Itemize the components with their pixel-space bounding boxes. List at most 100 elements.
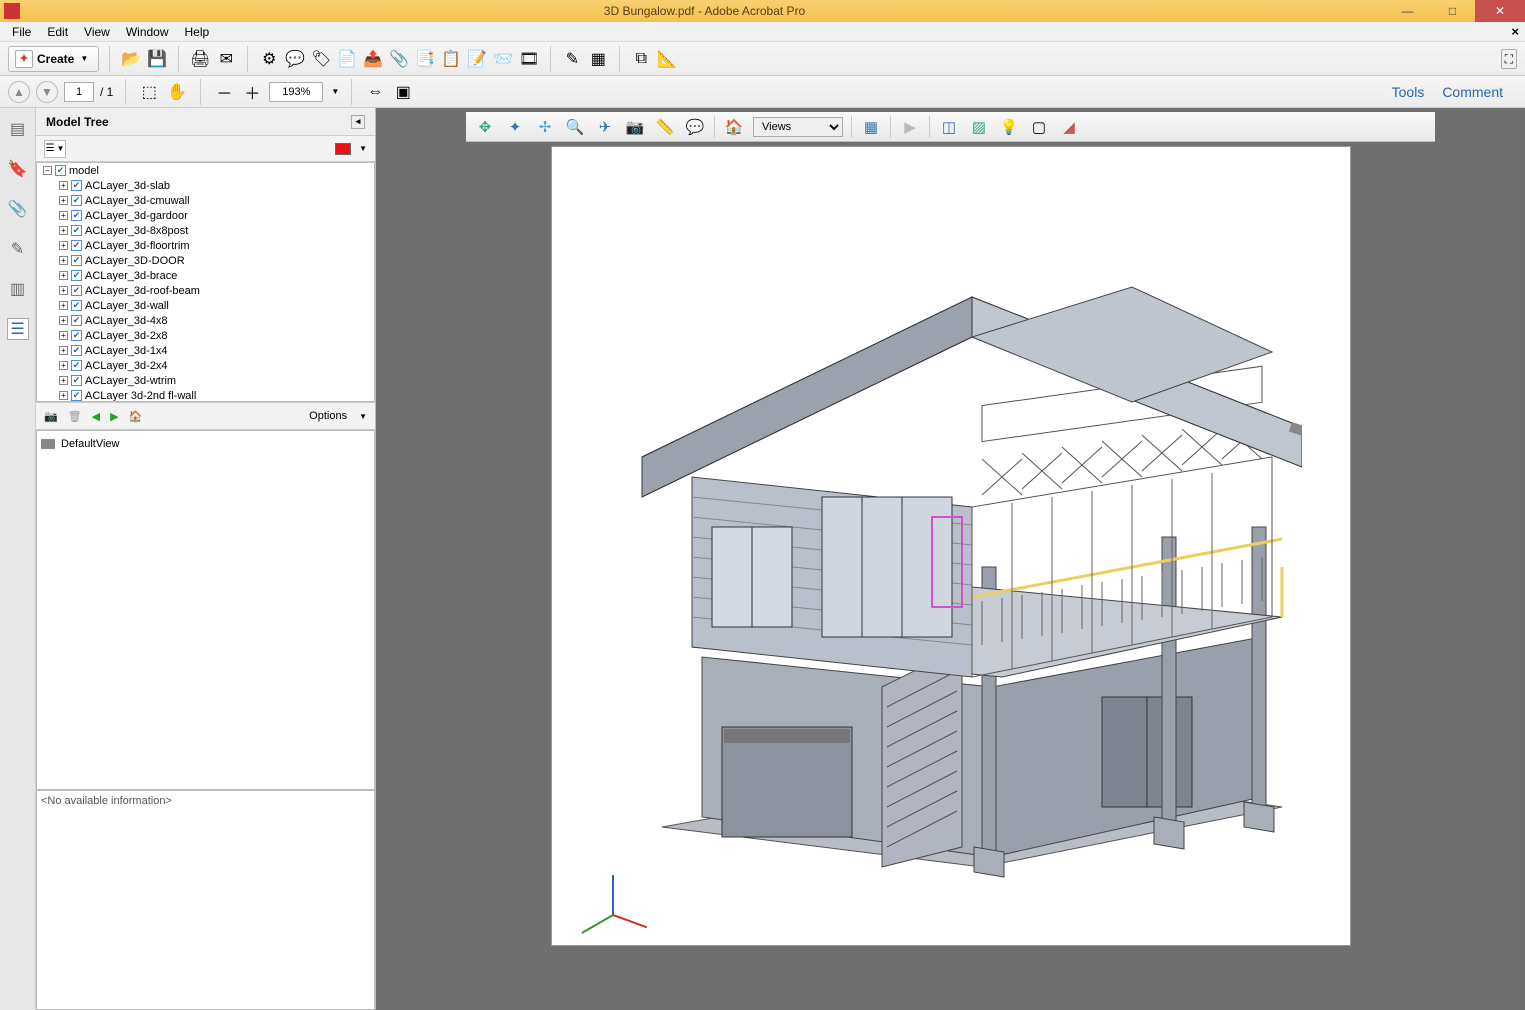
- checkbox-icon[interactable]: ✔: [71, 300, 82, 311]
- spin-tool-icon[interactable]: ✦: [504, 116, 526, 138]
- model-tree-icon[interactable]: ☰: [7, 318, 29, 340]
- checkbox-icon[interactable]: ✔: [71, 360, 82, 371]
- options-dropdown-icon[interactable]: ▼: [359, 412, 367, 421]
- tree-root-row[interactable]: − ✔ model: [37, 163, 374, 178]
- text-edit-icon[interactable]: ✎: [561, 48, 583, 70]
- add-comment-icon[interactable]: 💬: [684, 116, 706, 138]
- create-button[interactable]: ✦ Create ▼: [8, 46, 99, 72]
- projection-icon[interactable]: ◫: [938, 116, 960, 138]
- checkbox-icon[interactable]: ✔: [71, 375, 82, 386]
- menu-help[interactable]: Help: [177, 23, 218, 41]
- organize-icon[interactable]: 📋: [440, 48, 462, 70]
- gear-icon[interactable]: ⚙: [258, 48, 280, 70]
- comment-bubble-icon[interactable]: 💬: [284, 48, 306, 70]
- expand-icon[interactable]: +: [59, 301, 68, 310]
- checkbox-icon[interactable]: ✔: [71, 345, 82, 356]
- tree-item[interactable]: +✔ACLayer_3d-gardoor: [37, 208, 374, 223]
- tree-item[interactable]: +✔ACLayer_3d-1x4: [37, 343, 374, 358]
- color-dropdown-icon[interactable]: ▼: [359, 144, 367, 153]
- view-item[interactable]: DefaultView: [41, 435, 370, 453]
- attach-page-icon[interactable]: 📎: [388, 48, 410, 70]
- checkbox-icon[interactable]: ✔: [55, 165, 66, 176]
- expand-icon[interactable]: +: [59, 241, 68, 250]
- camera-tool-icon[interactable]: 📷: [624, 116, 646, 138]
- 3d-canvas[interactable]: [551, 146, 1351, 946]
- expand-icon[interactable]: +: [59, 271, 68, 280]
- menu-edit[interactable]: Edit: [39, 23, 76, 41]
- options-label[interactable]: Options: [309, 410, 347, 422]
- measure-icon[interactable]: 📐: [656, 48, 678, 70]
- print-icon[interactable]: 🖨: [189, 48, 211, 70]
- export-page-icon[interactable]: 📤: [362, 48, 384, 70]
- comment-link[interactable]: Comment: [1442, 84, 1503, 100]
- checkbox-icon[interactable]: ✔: [71, 270, 82, 281]
- close-button[interactable]: ✕: [1475, 0, 1525, 22]
- fit-page-icon[interactable]: ▣: [392, 81, 414, 103]
- layers-icon[interactable]: ▥: [7, 278, 29, 300]
- checkbox-icon[interactable]: ✔: [71, 210, 82, 221]
- snapshot-icon[interactable]: ⧉: [630, 48, 652, 70]
- zoom-level-input[interactable]: [269, 82, 323, 102]
- tree-item[interactable]: +✔ACLayer_3d-cmuwall: [37, 193, 374, 208]
- home-icon[interactable]: 🏠: [723, 116, 745, 138]
- expand-icon[interactable]: +: [59, 196, 68, 205]
- signatures-icon[interactable]: ✎: [7, 238, 29, 260]
- tree-item[interactable]: +✔ACLayer_3d-8x8post: [37, 223, 374, 238]
- pan-tool-icon[interactable]: ✢: [534, 116, 556, 138]
- hand-tool-icon[interactable]: ✋: [166, 81, 188, 103]
- attachments-icon[interactable]: 📎: [7, 198, 29, 220]
- minimize-button[interactable]: —: [1385, 0, 1430, 22]
- background-color-icon[interactable]: ▢: [1028, 116, 1050, 138]
- prev-view-icon[interactable]: ◀: [92, 410, 100, 423]
- checkbox-icon[interactable]: ✔: [71, 390, 82, 401]
- expand-icon[interactable]: +: [59, 286, 68, 295]
- distribute-icon[interactable]: 📨: [492, 48, 514, 70]
- zoom-tool-icon[interactable]: 🔍: [564, 116, 586, 138]
- expand-icon[interactable]: +: [59, 346, 68, 355]
- menu-window[interactable]: Window: [118, 23, 177, 41]
- menu-view[interactable]: View: [76, 23, 118, 41]
- collapse-icon[interactable]: −: [43, 166, 52, 175]
- tree-item[interactable]: +✔ACLayer_3d-roof-beam: [37, 283, 374, 298]
- rotate-tool-icon[interactable]: ✥: [474, 116, 496, 138]
- expand-icon[interactable]: +: [59, 361, 68, 370]
- home-view-icon[interactable]: 🏠: [129, 410, 143, 423]
- page-down-button[interactable]: ▼: [36, 81, 58, 103]
- expand-icon[interactable]: +: [59, 316, 68, 325]
- thumbnails-icon[interactable]: ▤: [7, 118, 29, 140]
- delete-view-icon[interactable]: 🗑: [68, 410, 82, 423]
- zoom-dropdown-icon[interactable]: ▼: [331, 87, 339, 96]
- tree-item[interactable]: +✔ACLayer 3d-2nd fl-wall: [37, 388, 374, 402]
- checkbox-icon[interactable]: ✔: [71, 195, 82, 206]
- expand-icon[interactable]: +: [59, 181, 68, 190]
- zoom-in-icon[interactable]: ＋: [241, 81, 263, 103]
- tree-item[interactable]: +✔ACLayer_3d-brace: [37, 268, 374, 283]
- part-options-icon[interactable]: ▦: [860, 116, 882, 138]
- highlight-color-swatch[interactable]: [335, 143, 351, 155]
- checkbox-icon[interactable]: ✔: [71, 330, 82, 341]
- play-animation-icon[interactable]: ▶: [899, 116, 921, 138]
- tree-item[interactable]: +✔ACLayer_3d-wall: [37, 298, 374, 313]
- measure-tool-icon[interactable]: 📏: [654, 116, 676, 138]
- expand-icon[interactable]: +: [59, 331, 68, 340]
- tree-item[interactable]: +✔ACLayer_3d-wtrim: [37, 373, 374, 388]
- model-tree-list[interactable]: − ✔ model +✔ACLayer_3d-slab +✔ACLayer_3d…: [36, 162, 375, 402]
- expand-icon[interactable]: +: [59, 226, 68, 235]
- fly-tool-icon[interactable]: ✈: [594, 116, 616, 138]
- expand-icon[interactable]: +: [59, 211, 68, 220]
- checkbox-icon[interactable]: ✔: [71, 240, 82, 251]
- forms-icon[interactable]: 📝: [466, 48, 488, 70]
- link-page-icon[interactable]: 📄: [336, 48, 358, 70]
- bookmarks-icon[interactable]: 🔖: [7, 158, 29, 180]
- fit-width-icon[interactable]: ⇔: [364, 81, 386, 103]
- maximize-button[interactable]: □: [1430, 0, 1475, 22]
- tree-item[interactable]: +✔ACLayer_3d-4x8: [37, 313, 374, 328]
- tree-display-button[interactable]: ☰▼: [44, 140, 66, 158]
- tree-item[interactable]: +✔ACLayer_3d-2x4: [37, 358, 374, 373]
- document-close-icon[interactable]: ×: [1511, 24, 1519, 39]
- checkbox-icon[interactable]: ✔: [71, 285, 82, 296]
- views-list[interactable]: DefaultView: [36, 430, 375, 790]
- render-mode-icon[interactable]: ▨: [968, 116, 990, 138]
- page-up-button[interactable]: ▲: [8, 81, 30, 103]
- expand-icon[interactable]: +: [59, 391, 68, 400]
